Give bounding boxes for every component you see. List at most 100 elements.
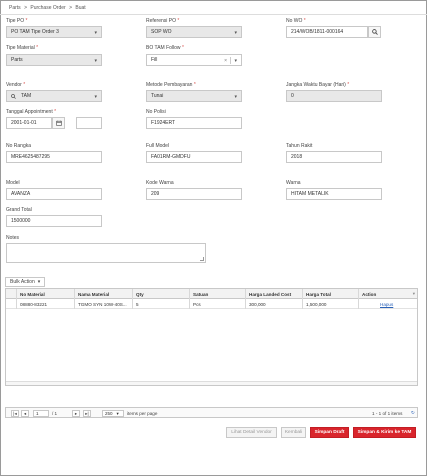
column-header[interactable]: Satuan — [190, 289, 246, 299]
column-header[interactable]: Qty — [133, 289, 190, 299]
kode-warna-input[interactable]: 209 — [146, 188, 242, 200]
column-header[interactable]: Nama Material — [75, 289, 133, 299]
notes-textarea[interactable] — [6, 243, 206, 263]
jangka-waktu-input[interactable]: 0 — [286, 90, 382, 102]
items-per-page-label: items per page — [127, 411, 158, 416]
notes-label: Notes — [6, 235, 20, 241]
no-polisi-label: No Polisi — [146, 109, 166, 115]
chevron-down-icon: ▾ — [234, 58, 237, 64]
bo-tam-follow-select[interactable]: Fill × ▾ — [146, 54, 242, 66]
column-header[interactable]: Harga Total — [303, 289, 359, 299]
chevron-down-icon: ▾ — [94, 94, 97, 100]
cell-satuan: Pcs — [190, 299, 246, 309]
first-page-button[interactable]: |◂ — [11, 410, 19, 417]
no-rangka-label: No Rangka — [6, 143, 32, 149]
grid-horizontal-scrollbar[interactable] — [6, 381, 417, 385]
breadcrumb-sep: > — [24, 5, 27, 11]
page-frame — [0, 0, 427, 476]
cell-action: Hapus — [359, 299, 417, 309]
cell-qty[interactable]: 5 — [133, 299, 190, 309]
prev-page-button[interactable]: ◂ — [21, 410, 29, 417]
chevron-down-icon: ▾ — [234, 94, 237, 100]
column-menu-icon[interactable]: ▾ — [413, 291, 415, 297]
breadcrumb-buat: Buat — [75, 5, 86, 11]
next-page-button[interactable]: ▸ — [72, 410, 80, 417]
bulk-action-label: Bulk Action — [10, 279, 35, 285]
table-row[interactable]: 08880-83221 TGMO SYN 10W-40S... 5 Pcs 30… — [6, 299, 417, 309]
hapus-link[interactable]: Hapus — [380, 302, 393, 307]
metode-pembayaran-label: Metode Pembayaran * — [146, 82, 196, 88]
grid-pager: |◂ ◂ 1 / 1 ▸ ▸| 250 ▾ items per page 1 - … — [5, 407, 418, 418]
referensi-po-select[interactable]: SOP WO ▾ — [146, 26, 242, 38]
search-icon — [371, 29, 378, 35]
row-selector[interactable] — [6, 299, 17, 309]
metode-pembayaran-select[interactable]: Tunai ▾ — [146, 90, 242, 102]
full-model-label: Full Model — [146, 143, 170, 149]
model-input[interactable]: AVANZA — [6, 188, 102, 200]
breadcrumb-parts[interactable]: Parts — [9, 5, 21, 11]
calendar-icon — [55, 120, 62, 126]
select-divider — [230, 57, 231, 64]
lihat-detail-vendor-button[interactable]: Lihat Detail Vendor — [226, 427, 277, 438]
pager-summary: 1 - 1 of 1 items — [372, 411, 403, 416]
bulk-action-dropdown[interactable]: Bulk Action ▾ — [5, 277, 46, 287]
warna-label: Warna — [286, 180, 301, 186]
resize-handle-icon[interactable] — [200, 257, 204, 261]
tahun-rakit-label: Tahun Rakit — [286, 143, 313, 149]
grid-select-all[interactable] — [6, 289, 17, 299]
simpan-kirim-button[interactable]: Simpan & Kirim ke TAM — [353, 427, 416, 438]
refresh-icon[interactable]: ↻ — [411, 410, 415, 416]
referensi-po-label: Referensi PO * — [146, 18, 180, 24]
kembali-button[interactable]: Kembali — [281, 427, 306, 438]
cell-nama-material: TGMO SYN 10W-40S... — [75, 299, 133, 309]
last-page-button[interactable]: ▸| — [83, 410, 91, 417]
breadcrumb-divider — [0, 14, 427, 15]
warna-input[interactable]: HITAM METALIK — [286, 188, 382, 200]
column-header[interactable]: Harga Landed Cost — [246, 289, 303, 299]
chevron-down-icon: ▾ — [234, 30, 237, 36]
no-polisi-input[interactable]: F1924ERT — [146, 117, 242, 129]
kode-warna-label: Kode Warna — [146, 180, 174, 186]
simpan-draft-button[interactable]: Simpan Draft — [310, 427, 349, 438]
vendor-select[interactable]: TAM ▾ — [6, 90, 102, 102]
tipe-material-select[interactable]: Parts ▾ — [6, 54, 102, 66]
column-header-action[interactable]: Action ▾ — [359, 289, 417, 299]
page-count-text: / 1 — [52, 411, 58, 416]
tanggal-appointment-input[interactable]: 2001-01-01 — [6, 117, 52, 129]
breadcrumb: Parts > Purchase Order > Buat — [9, 5, 88, 11]
appointment-time-input[interactable] — [76, 117, 102, 129]
bo-tam-follow-label: BO TAM Follow * — [146, 45, 184, 51]
cell-harga-total: 1,500,000 — [303, 299, 359, 309]
tanggal-appointment-label: Tanggal Appointment * — [6, 109, 57, 115]
search-icon — [11, 94, 16, 99]
tipe-po-select[interactable]: PO TAM Tipe Order 3 ▾ — [6, 26, 102, 38]
cell-no-material: 08880-83221 — [17, 299, 75, 309]
clear-icon[interactable]: × — [224, 58, 227, 64]
cell-harga-landed-cost: 300,000 — [246, 299, 303, 309]
vendor-label: Vendor * — [6, 82, 26, 88]
tipe-po-label: Tipe PO * — [6, 18, 28, 24]
page-size-select[interactable]: 250 ▾ — [102, 410, 124, 417]
grand-total-input[interactable]: 1500000 — [6, 215, 102, 227]
chevron-down-icon: ▾ — [116, 410, 119, 416]
chevron-down-icon: ▾ — [94, 30, 97, 36]
grid-header: No Material Nama Material Qty Satuan Har… — [6, 289, 417, 299]
no-rangka-input[interactable]: MRE4625487295 — [6, 151, 102, 163]
full-model-input[interactable]: FA01RM-GMDFU — [146, 151, 242, 163]
grand-total-label: Grand Total — [6, 207, 32, 213]
no-wo-search-button[interactable] — [368, 26, 381, 38]
tahun-rakit-input[interactable]: 2018 — [286, 151, 382, 163]
calendar-button[interactable] — [52, 117, 65, 129]
breadcrumb-purchase-order[interactable]: Purchase Order — [30, 5, 65, 11]
no-wo-label: No WO * — [286, 18, 306, 24]
breadcrumb-sep: > — [69, 5, 72, 11]
material-grid: No Material Nama Material Qty Satuan Har… — [5, 288, 418, 386]
jangka-waktu-label: Jangka Waktu Bayar (Hari) * — [286, 82, 350, 88]
no-wo-input[interactable]: 214/WOB/1811-000164 — [286, 26, 368, 38]
model-label: Model — [6, 180, 20, 186]
tipe-material-label: Tipe Material * — [6, 45, 39, 51]
chevron-down-icon: ▾ — [94, 58, 97, 64]
chevron-down-icon: ▾ — [37, 279, 41, 285]
page-number-input[interactable]: 1 — [33, 410, 49, 417]
column-header[interactable]: No Material — [17, 289, 75, 299]
